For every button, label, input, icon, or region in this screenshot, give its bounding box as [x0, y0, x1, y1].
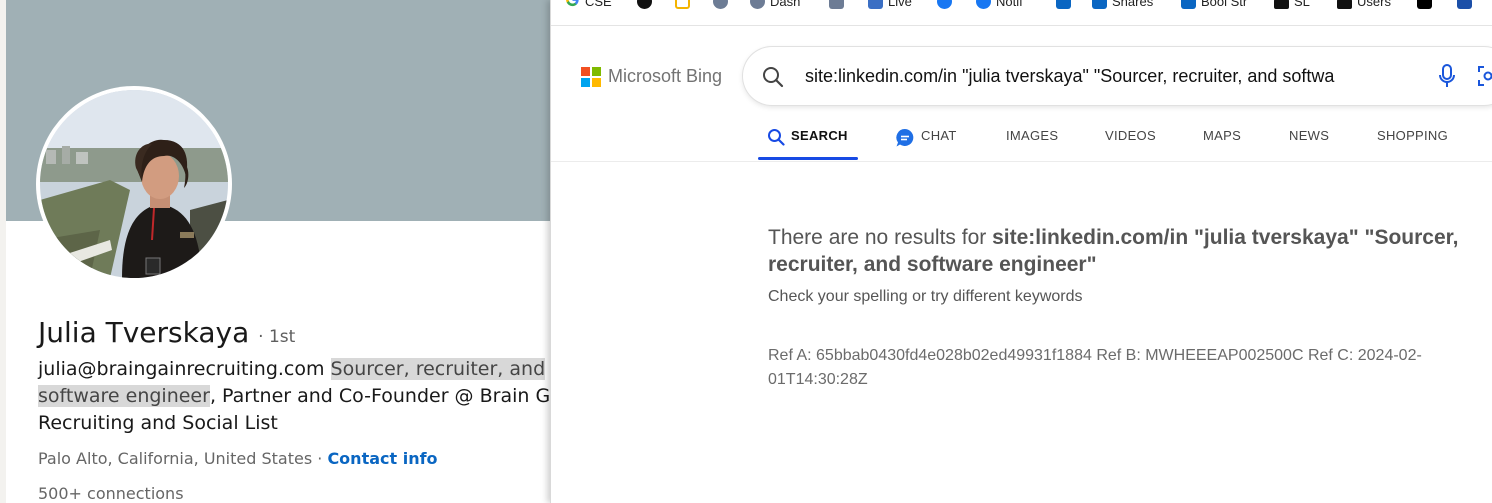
bookmark-item[interactable]: Shares	[1092, 0, 1153, 10]
active-tab-indicator	[758, 157, 858, 160]
profile-location: Palo Alto, California, United States	[38, 449, 313, 468]
bookmark-label: Dash	[770, 0, 801, 9]
bookmark-label: Bool Str	[1201, 0, 1248, 9]
bing-logo[interactable]: Microsoft Bing	[581, 66, 722, 87]
dash-icon	[750, 0, 765, 9]
bookmark-item[interactable]	[637, 0, 652, 10]
tab-videos[interactable]: VIDEOS	[1105, 118, 1156, 160]
profile-name-line: Julia Tverskaya · 1st	[38, 316, 295, 349]
bookmark-item[interactable]: SL	[1274, 0, 1310, 10]
facebook-icon	[937, 0, 952, 9]
tab-label: CHAT	[921, 128, 957, 143]
x-icon	[1417, 0, 1432, 9]
headline-text: , Partner and Co-Founder @ Brain G	[209, 385, 551, 407]
bookmark-item[interactable]: CSE	[565, 0, 612, 10]
bookmark-item[interactable]	[675, 0, 690, 10]
search-icon	[767, 128, 785, 149]
profile-name: Julia Tverskaya	[38, 316, 250, 349]
bookmark-label: Live	[888, 0, 912, 9]
linkedin-icon	[1092, 0, 1107, 9]
tab-label: IMAGES	[1006, 128, 1059, 143]
tab-news[interactable]: NEWS	[1289, 118, 1329, 160]
tab-label: VIDEOS	[1105, 128, 1156, 143]
bookmark-item[interactable]: Notif	[976, 0, 1023, 10]
search-icon[interactable]	[761, 65, 785, 94]
search-glass-icon	[713, 0, 728, 9]
tab-shopping[interactable]: SHOPPING	[1377, 118, 1448, 160]
reference-ids: Ref A: 65bbab0430fd4e028b02ed49931f1884 …	[768, 347, 1422, 388]
headline-highlight: Sourcer, recruiter, and	[330, 358, 546, 380]
tab-label: MAPS	[1203, 128, 1242, 143]
bookmark-item[interactable]: Users	[1337, 0, 1391, 10]
bookmark-item[interactable]	[1457, 0, 1472, 10]
search-box	[743, 47, 1492, 105]
bookmark-item[interactable]	[1056, 0, 1071, 10]
profile-photo-image	[40, 90, 228, 278]
no-results-prefix: There are no results for	[768, 226, 993, 249]
bookmark-item[interactable]	[937, 0, 952, 10]
tab-search[interactable]: SEARCH	[767, 118, 848, 160]
profile-connections[interactable]: 500+ connections	[38, 484, 184, 503]
profile-location-line: Palo Alto, California, United States · C…	[38, 449, 438, 468]
no-results-message: There are no results for site:linkedin.c…	[768, 224, 1488, 278]
bookmark-item[interactable]	[829, 0, 844, 10]
bing-window: CSE Dash Live Notif Shares Bool Str SL U…	[550, 0, 1492, 503]
facebook-icon	[976, 0, 991, 9]
google-icon	[565, 0, 580, 10]
bing-logo-text: Microsoft Bing	[608, 66, 723, 86]
paypal-icon	[1457, 0, 1472, 9]
copilot-chat-icon	[895, 128, 915, 151]
bookmark-label: CSE	[585, 0, 612, 9]
user-icon	[1337, 0, 1352, 9]
linkedin-icon	[1181, 0, 1196, 9]
bookmark-item[interactable]	[713, 0, 728, 10]
profile-headline: julia@braingainrecruiting.com Sourcer, r…	[38, 356, 560, 437]
bookmark-label: Notif	[996, 0, 1023, 9]
bookmark-item[interactable]: Bool Str	[1181, 0, 1247, 10]
image-search-icon	[829, 0, 844, 9]
microsoft-logo-icon	[581, 66, 601, 87]
headline-text: Recruiting and Social List	[38, 412, 278, 434]
profile-photo[interactable]	[36, 86, 232, 282]
tab-label: SEARCH	[791, 128, 848, 143]
globe-icon	[637, 0, 652, 9]
linkedin-profile-card: Julia Tverskaya · 1st julia@braingainrec…	[0, 0, 560, 503]
tab-maps[interactable]: MAPS	[1203, 118, 1241, 160]
bookmark-item[interactable]: Dash	[750, 0, 800, 10]
linkedin-icon	[1056, 0, 1071, 9]
search-input[interactable]	[805, 62, 1385, 90]
microphone-icon[interactable]	[1438, 64, 1456, 93]
tab-chat[interactable]: CHAT	[895, 118, 957, 160]
bookmark-item[interactable]: Live	[868, 0, 912, 10]
contact-info-link[interactable]: Contact info	[327, 449, 437, 468]
tab-images[interactable]: IMAGES	[1006, 118, 1058, 160]
user-icon	[1274, 0, 1289, 9]
headline-email: julia@braingainrecruiting.com	[38, 358, 325, 380]
bookmark-label: Users	[1357, 0, 1391, 9]
tab-label: NEWS	[1289, 128, 1330, 143]
headline-highlight: software engineer	[38, 385, 210, 407]
bookmarks-bar: CSE Dash Live Notif Shares Bool Str SL U…	[551, 0, 1492, 26]
bookmark-item[interactable]	[1417, 0, 1432, 10]
bookmark-label: Shares	[1112, 0, 1154, 9]
tab-label: SHOPPING	[1377, 128, 1449, 143]
connection-degree: · 1st	[258, 327, 296, 347]
location-separator: ·	[312, 449, 328, 468]
bookmark-label: SL	[1294, 0, 1310, 9]
visual-search-icon[interactable]	[1477, 64, 1492, 93]
spelling-hint: Check your spelling or try different key…	[768, 288, 1083, 305]
search-tabs: SEARCH CHAT IMAGES VIDEOS MAPS NEWS SHOP…	[551, 118, 1492, 162]
app-icon	[675, 0, 690, 9]
live-icon	[868, 0, 883, 9]
